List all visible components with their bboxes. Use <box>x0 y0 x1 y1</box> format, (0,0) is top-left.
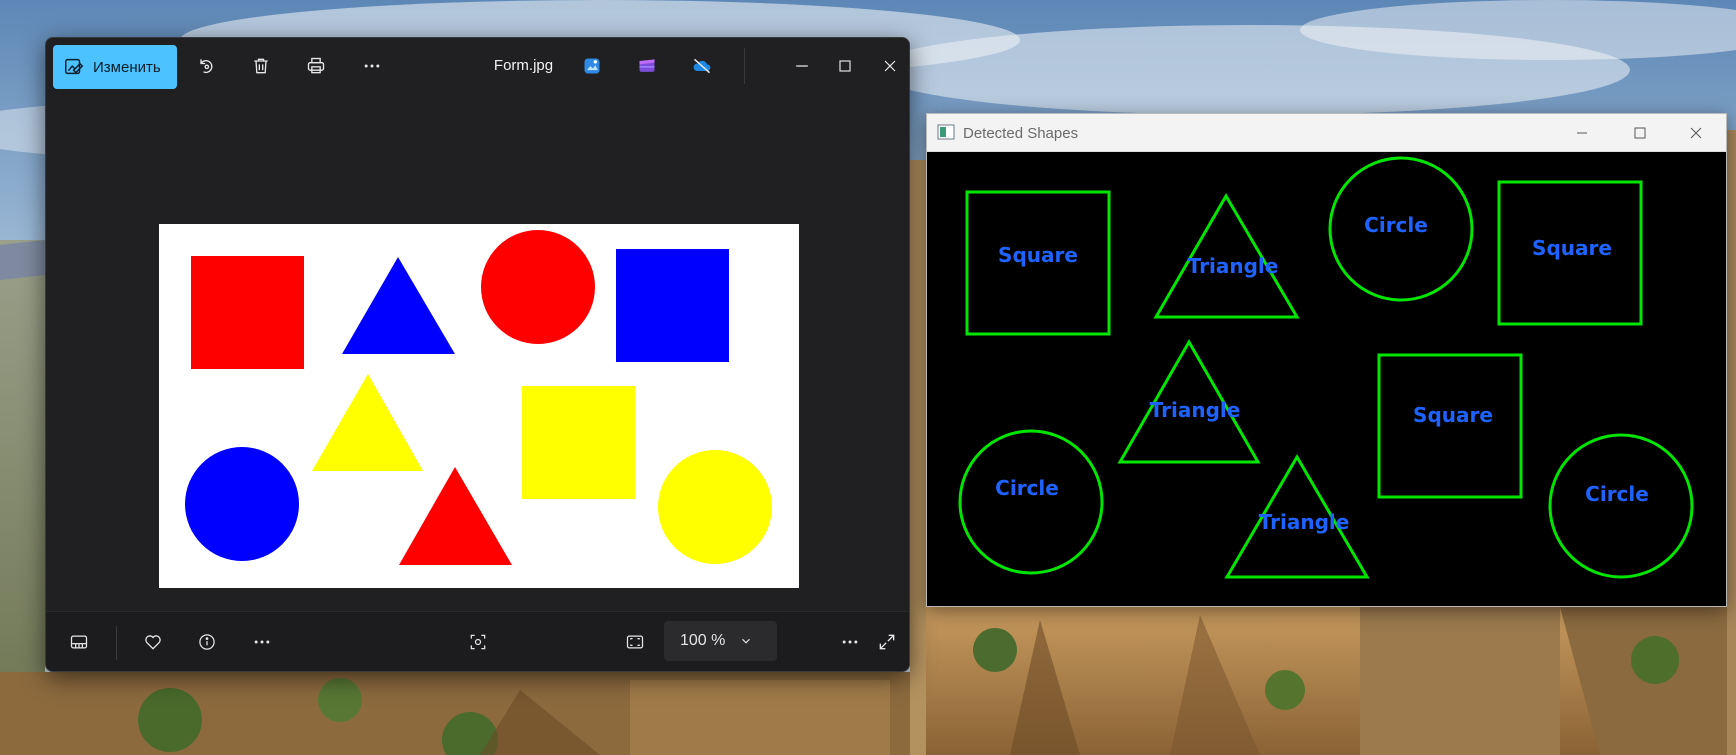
photos-app-window: Изменить Form.jpg 100 % <box>45 37 910 672</box>
info-button[interactable] <box>189 624 225 660</box>
bottom-separator <box>116 626 117 660</box>
editor-app-icon <box>584 58 600 74</box>
filmstrip-button[interactable] <box>61 624 97 660</box>
more-icon <box>842 640 858 644</box>
shape-yellow-circle <box>658 450 772 564</box>
more-icon <box>254 640 270 644</box>
close-icon <box>884 60 896 72</box>
window-title: Detected Shapes <box>963 125 1079 142</box>
shape-blue-circle <box>185 447 299 561</box>
close-icon <box>1690 127 1702 139</box>
fit-screen-button[interactable] <box>617 624 653 660</box>
chevron-down-icon <box>742 638 751 644</box>
more-icon <box>364 64 380 68</box>
edit-button[interactable]: Изменить <box>53 45 177 89</box>
label-circle-1: Circle <box>1364 213 1428 237</box>
print-button[interactable] <box>298 48 334 84</box>
label-square-1: Square <box>998 243 1078 267</box>
favorite-button[interactable] <box>135 624 171 660</box>
shape-yellow-square <box>522 386 635 499</box>
onedrive-off-icon <box>693 58 711 74</box>
shape-red-circle <box>481 230 595 344</box>
clipchamp-button[interactable] <box>629 48 665 84</box>
trash-icon <box>254 58 268 74</box>
close-button[interactable] <box>872 48 908 84</box>
image-viewer-area[interactable] <box>46 90 909 650</box>
minimize-button[interactable] <box>784 48 820 84</box>
edit-image-icon <box>65 58 84 75</box>
heart-icon <box>145 635 161 650</box>
shape-red-triangle <box>399 467 512 565</box>
detected-image: Square Triangle Circle Square Triangle S… <box>927 152 1726 606</box>
outline-circle-2 <box>958 429 1104 575</box>
more-bottom-button[interactable] <box>244 624 280 660</box>
minimize-icon <box>1577 132 1587 134</box>
fit-screen-icon <box>626 635 644 649</box>
label-square-3: Square <box>1413 403 1493 427</box>
shape-blue-square <box>616 249 729 362</box>
more-zoom-button[interactable] <box>832 624 868 660</box>
clipchamp-icon <box>639 59 655 72</box>
maximize-button[interactable] <box>827 48 863 84</box>
open-editor-button[interactable] <box>574 48 610 84</box>
fullscreen-icon <box>879 634 895 650</box>
focus-frame-icon <box>470 634 486 650</box>
fullscreen-button[interactable] <box>869 624 905 660</box>
label-circle-2: Circle <box>995 476 1059 500</box>
more-button[interactable] <box>354 48 390 84</box>
detected-titlebar[interactable]: Detected Shapes <box>927 114 1726 152</box>
rotate-icon <box>200 59 213 74</box>
detected-shapes-window: Detected Shapes Square Triangle Circle S… <box>926 113 1727 607</box>
onedrive-button[interactable] <box>684 48 720 84</box>
shape-red-square <box>191 256 304 369</box>
maximize-icon <box>839 60 851 72</box>
label-square-2: Square <box>1532 236 1612 260</box>
close-button[interactable] <box>1673 116 1719 150</box>
shape-yellow-triangle <box>312 374 423 471</box>
visual-search-button[interactable] <box>460 624 496 660</box>
filmstrip-icon <box>70 635 88 649</box>
photos-toolbar: Изменить Form.jpg <box>46 38 909 90</box>
window-app-icon <box>937 124 955 140</box>
print-icon <box>307 57 325 74</box>
label-triangle-2: Triangle <box>1150 398 1241 422</box>
label-triangle-3: Triangle <box>1259 510 1350 534</box>
maximize-button[interactable] <box>1617 116 1663 150</box>
outline-circle-3 <box>1548 433 1694 579</box>
label-circle-3: Circle <box>1585 482 1649 506</box>
minimize-button[interactable] <box>1559 116 1605 150</box>
label-triangle-1: Triangle <box>1188 254 1279 278</box>
delete-button[interactable] <box>243 48 279 84</box>
toolbar-separator <box>744 48 745 84</box>
photo-image <box>159 224 799 588</box>
zoom-value: 100 % <box>680 632 726 649</box>
shape-blue-triangle <box>342 257 455 354</box>
info-icon <box>199 634 215 650</box>
minimize-icon <box>796 65 808 67</box>
maximize-icon <box>1634 127 1646 139</box>
zoom-select[interactable]: 100 % <box>664 621 777 661</box>
rotate-button[interactable] <box>188 48 224 84</box>
photos-bottom-bar: 100 % <box>46 611 909 671</box>
edit-button-label: Изменить <box>93 58 161 76</box>
